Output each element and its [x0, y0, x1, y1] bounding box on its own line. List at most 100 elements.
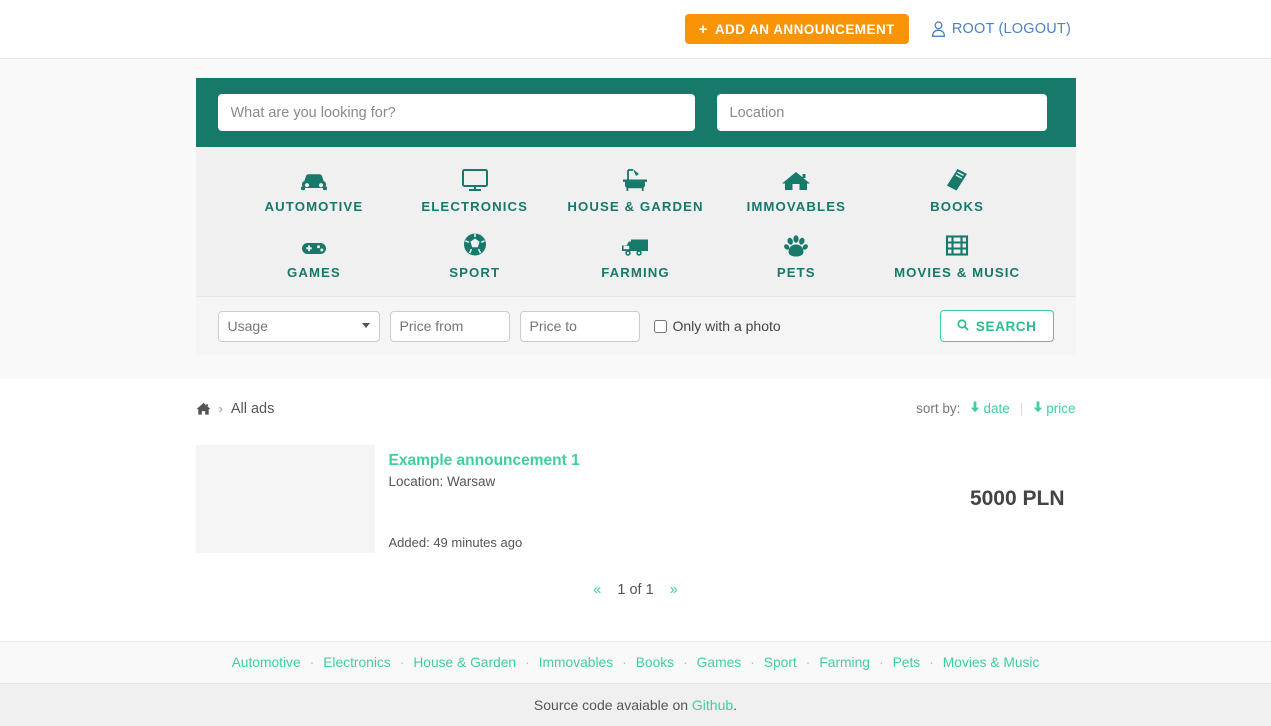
top-header-bar: + ADD AN ANNOUNCEMENT ROOT (LOGOUT) — [0, 0, 1271, 59]
breadcrumb-current: All ads — [230, 400, 275, 417]
content-container: › All ads sort by: date | price Example … — [195, 379, 1076, 598]
footer-link-movies-music[interactable]: Movies & Music — [943, 655, 1040, 670]
search-location-input[interactable] — [716, 94, 1047, 131]
category-books[interactable]: BOOKS — [877, 163, 1038, 216]
category-farming[interactable]: FARMING — [555, 229, 716, 282]
footer-links-wrapper: Automotive · Electronics · House & Garden · Im… — [232, 655, 1040, 670]
footer-link-books[interactable]: Books — [636, 655, 674, 670]
price-from-input[interactable] — [389, 310, 510, 342]
user-icon — [931, 21, 946, 37]
breadcrumb-home-icon[interactable] — [196, 402, 211, 416]
arrow-down-icon — [970, 401, 980, 416]
film-icon — [877, 229, 1038, 259]
add-announcement-button[interactable]: + ADD AN ANNOUNCEMENT — [684, 14, 909, 44]
magnifier-icon — [957, 318, 969, 334]
search-query-input[interactable] — [217, 94, 695, 131]
category-house-garden[interactable]: HOUSE & GARDEN — [555, 163, 716, 216]
category-row-1: AUTOMOTIVE ELECTRONICS HOUSE & GARDEN IM… — [196, 163, 1076, 216]
usage-select-wrapper: Usage — [217, 310, 380, 342]
footer-separator: · — [683, 655, 688, 670]
footer-separator: · — [525, 655, 530, 670]
footer-link-games[interactable]: Games — [697, 655, 741, 670]
add-announcement-label: ADD AN ANNOUNCEMENT — [714, 21, 895, 37]
footer-separator: · — [750, 655, 755, 670]
listing-details: Example announcement 1 Location: Warsaw … — [375, 445, 970, 553]
listing-row[interactable]: Example announcement 1 Location: Warsaw … — [195, 445, 1076, 553]
book-icon — [877, 163, 1038, 193]
category-electronics-label: ELECTRONICS — [421, 199, 528, 214]
footer-link-pets[interactable]: Pets — [893, 655, 921, 670]
footer-separator: · — [878, 655, 884, 670]
listing-added-time: Added: 49 minutes ago — [388, 535, 523, 550]
pagination-current: 1 of 1 — [617, 582, 654, 598]
sort-price-label: price — [1046, 401, 1076, 416]
home-icon — [716, 163, 877, 193]
paw-icon — [716, 229, 877, 259]
listing-price: 5000 PLN — [969, 487, 1065, 510]
pagination: « 1 of 1 » — [196, 582, 1076, 598]
monitor-icon — [394, 163, 555, 193]
footer-link-immovables[interactable]: Immovables — [539, 655, 613, 670]
footer-separator: · — [622, 655, 627, 670]
footer-source-period: . — [733, 697, 738, 713]
sort-date-label: date — [983, 401, 1010, 416]
plus-icon: + — [698, 20, 708, 38]
category-books-label: BOOKS — [930, 199, 985, 214]
footer-link-farming[interactable]: Farming — [819, 655, 870, 670]
category-movies-music[interactable]: MOVIES & MUSIC — [877, 229, 1038, 282]
search-button-label: SEARCH — [975, 318, 1037, 334]
usage-select[interactable]: Usage — [217, 310, 380, 342]
category-farming-label: FARMING — [601, 265, 670, 280]
category-grid: AUTOMOTIVE ELECTRONICS HOUSE & GARDEN IM… — [195, 147, 1076, 296]
footer-link-house-garden[interactable]: House & Garden — [413, 655, 516, 670]
only-with-photo-label: Only with a photo — [672, 318, 781, 334]
content-region: › All ads sort by: date | price Example … — [0, 379, 1271, 598]
category-sport[interactable]: SPORT — [394, 229, 555, 282]
listing-title-link[interactable]: Example announcement 1 — [389, 452, 970, 470]
sort-by-date-link[interactable]: date — [970, 401, 1010, 416]
footer-link-automotive[interactable]: Automotive — [232, 655, 301, 670]
car-icon — [234, 163, 395, 193]
footer-category-nav: Automotive · Electronics · House & Garden · Im… — [0, 641, 1271, 683]
category-automotive-label: AUTOMOTIVE — [264, 199, 364, 214]
sort-divider: | — [1019, 401, 1024, 416]
pagination-prev[interactable]: « — [593, 582, 601, 598]
only-with-photo-checkbox[interactable] — [653, 319, 667, 333]
sort-controls: sort by: date | price — [916, 401, 1075, 416]
pagination-next[interactable]: » — [670, 582, 678, 598]
arrow-down-icon — [1033, 401, 1043, 416]
footer-separator: · — [309, 655, 315, 670]
truck-icon — [555, 229, 716, 259]
filter-bar: Usage Only with a photo SEARCH — [195, 296, 1076, 355]
category-immovables-label: IMMOVABLES — [746, 199, 846, 214]
category-electronics[interactable]: ELECTRONICS — [394, 163, 555, 216]
category-row-2: GAMES SPORT FARMING PETS MOVIES & MUSIC — [196, 229, 1076, 282]
sort-by-price-link[interactable]: price — [1033, 401, 1076, 416]
search-panel-container: AUTOMOTIVE ELECTRONICS — [195, 78, 1076, 355]
bathtub-icon — [555, 163, 716, 193]
listing-location: Location: Warsaw — [388, 474, 496, 489]
user-account-link[interactable]: ROOT (LOGOUT) — [931, 21, 1071, 37]
search-band — [195, 78, 1076, 147]
category-pets[interactable]: PETS — [716, 229, 877, 282]
category-sport-label: SPORT — [449, 265, 501, 280]
listing-thumbnail[interactable] — [195, 445, 375, 553]
footer-github-link[interactable]: Github — [692, 697, 733, 713]
category-movies-music-label: MOVIES & MUSIC — [894, 265, 1021, 280]
price-to-input[interactable] — [519, 310, 640, 342]
breadcrumb: › All ads — [196, 400, 275, 417]
category-immovables[interactable]: IMMOVABLES — [716, 163, 877, 216]
footer-source-bar: Source code avaiable on Github. — [0, 683, 1271, 726]
footer-separator: · — [805, 655, 811, 670]
gamepad-icon — [234, 229, 395, 259]
sort-label: sort by: — [916, 401, 961, 416]
user-label: ROOT (LOGOUT) — [951, 21, 1071, 37]
footer-separator: · — [399, 655, 405, 670]
footer-link-electronics[interactable]: Electronics — [323, 655, 390, 670]
search-button[interactable]: SEARCH — [939, 310, 1054, 342]
category-games-label: GAMES — [286, 265, 341, 280]
category-automotive[interactable]: AUTOMOTIVE — [234, 163, 395, 216]
category-games[interactable]: GAMES — [234, 229, 395, 282]
only-with-photo-checkbox-wrapper[interactable]: Only with a photo — [653, 318, 781, 334]
footer-link-sport[interactable]: Sport — [764, 655, 797, 670]
